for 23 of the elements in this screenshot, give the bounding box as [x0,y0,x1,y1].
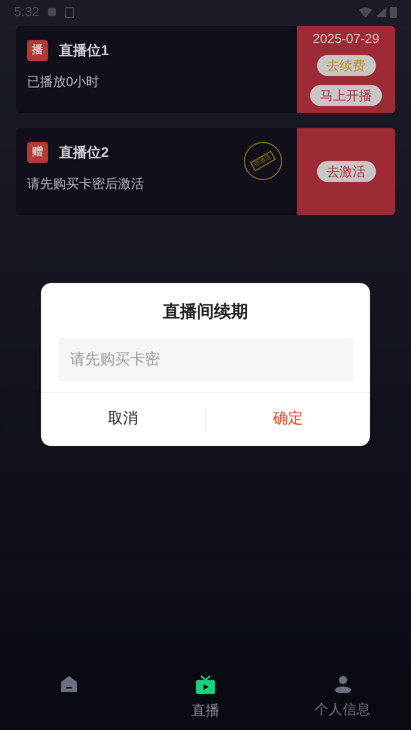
signal-icon [376,7,386,17]
card-key-field[interactable]: 请先购买卡密 [58,338,353,381]
slot-status: 请先购买卡密后激活 [27,175,145,193]
tv-play-icon [196,675,215,694]
dialog-button[interactable]: 取消 [41,393,205,446]
slot-button[interactable]: 马上开播 [310,84,382,106]
battery-icon [390,6,397,18]
person-icon [334,675,352,693]
home-icon [60,675,78,693]
dialog-title: 直播间续期 [162,301,249,323]
tab-item[interactable]: 个人信息 [274,665,411,730]
notification-icon [47,7,58,17]
tab-item[interactable]: 直播 [137,665,274,730]
slot-title: 直播位1 [59,41,109,60]
dialog-button[interactable]: 确定 [206,393,370,446]
wifi-icon [359,6,372,18]
slot-badge: 播 [27,40,48,61]
slot-title: 直播位2 [59,143,109,162]
expiry-date: 2025-07-29 [312,32,380,46]
slot-button[interactable]: 去激活 [316,161,376,182]
slot-badge: 赠 [27,142,48,163]
slot-status: 已播放0小时 [27,73,100,91]
sim-icon [65,6,74,18]
